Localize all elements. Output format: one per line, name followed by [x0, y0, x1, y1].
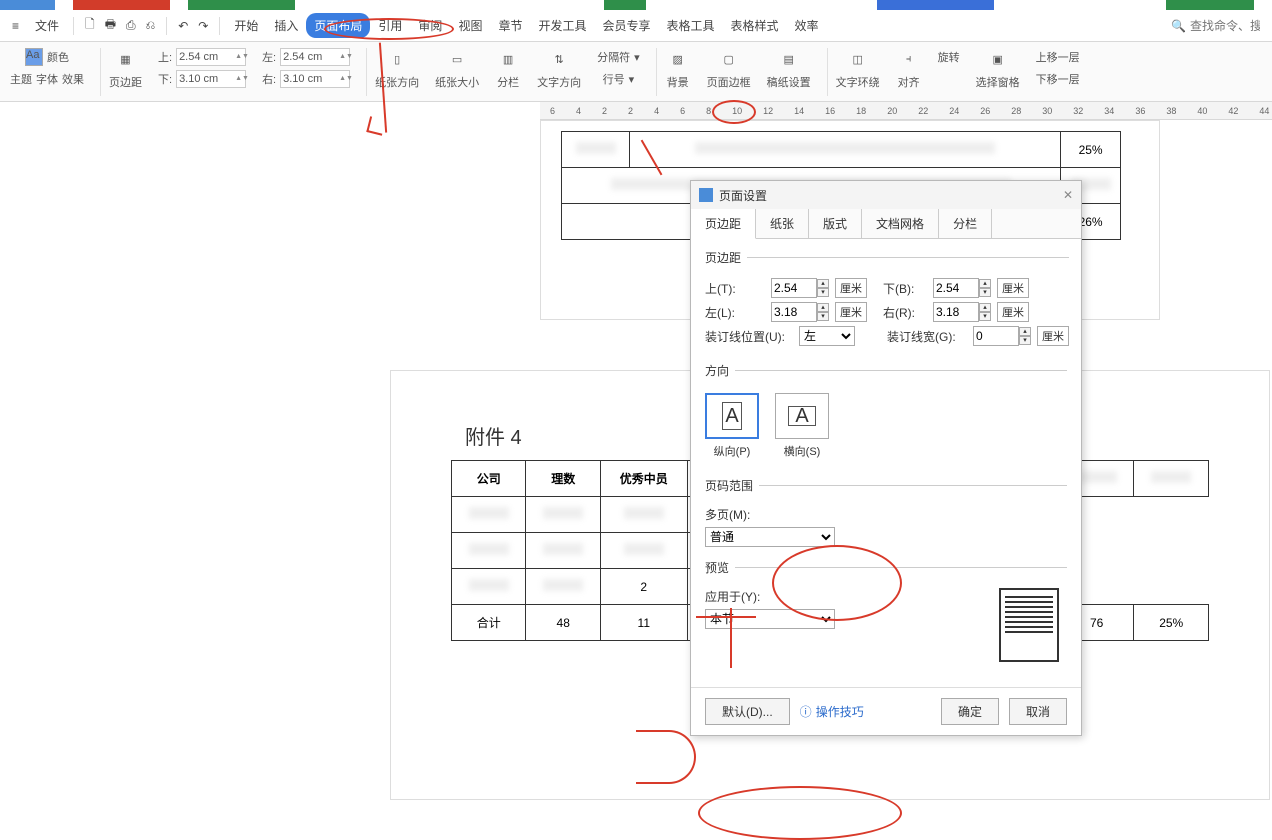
menu-file[interactable]: 文件	[27, 13, 67, 38]
size-icon[interactable]: ▭	[444, 46, 470, 72]
back-btn[interactable]: 下移一层	[1036, 71, 1080, 87]
wrap-icon[interactable]: ◫	[845, 46, 871, 72]
menu-tablestyle[interactable]: 表格样式	[723, 13, 787, 38]
table-header: 理数	[526, 461, 600, 497]
margin-right-input[interactable]: ▴▾	[933, 302, 991, 322]
align-icon[interactable]: ⫞	[896, 46, 922, 72]
breaks-btn[interactable]: 分隔符	[597, 49, 630, 65]
page-setup-dialog: 页面设置 ✕ 页边距 纸张 版式 文档网格 分栏 页边距 上(T): ▴▾ 厘米…	[690, 180, 1082, 736]
info-icon: ⓘ	[800, 703, 812, 720]
table-header	[1134, 461, 1209, 497]
tab-grid[interactable]: 文档网格	[862, 209, 939, 238]
menu-pagelayout[interactable]: 页面布局	[306, 13, 370, 38]
menu-start[interactable]: 开始	[226, 13, 266, 38]
table-header: 优秀中员	[600, 461, 687, 497]
rotate-btn[interactable]: 旋转	[938, 49, 960, 65]
search-input[interactable]	[1190, 19, 1260, 33]
ribbon-font[interactable]: 字体	[36, 71, 58, 87]
qat-print-icon[interactable]: 🖶	[105, 15, 116, 36]
ribbon-theme[interactable]: 主题	[10, 71, 32, 87]
margin-icon[interactable]: ▦	[113, 46, 139, 72]
ribbon-margin[interactable]: 页边距	[109, 74, 142, 90]
search-icon: 🔍	[1171, 19, 1186, 33]
tab-paper[interactable]: 纸张	[756, 209, 809, 238]
textdir-icon[interactable]: ⇅	[546, 46, 572, 72]
cancel-button[interactable]: 取消	[1009, 698, 1067, 725]
front-btn[interactable]: 上移一层	[1036, 49, 1080, 65]
tab-layout[interactable]: 版式	[809, 209, 862, 238]
multipage-select[interactable]: 普通	[705, 527, 835, 547]
horizontal-ruler[interactable]: 6422468101214161820222426283032343638404…	[540, 102, 1272, 120]
command-search[interactable]: 🔍	[1171, 19, 1260, 33]
ribbon: Aa颜色 主题 字体 效果 ▦页边距 上:2.54 cm▲▼ 下:3.10 cm…	[0, 42, 1272, 102]
margin-top-input[interactable]: ▴▾	[771, 278, 829, 298]
app-tabbar	[0, 0, 1272, 10]
margin-bottom-spin[interactable]: 3.10 cm▲▼	[176, 70, 246, 88]
border-icon[interactable]: ▢	[716, 46, 742, 72]
orientation-portrait[interactable]: A	[705, 393, 759, 439]
menu-reference[interactable]: 引用	[370, 13, 410, 38]
menu-tabletools[interactable]: 表格工具	[659, 13, 723, 38]
dialog-title: 页面设置	[719, 187, 767, 204]
dialog-icon	[699, 188, 713, 202]
margin-bottom-input[interactable]: ▴▾	[933, 278, 991, 298]
table-header: 公司	[452, 461, 526, 497]
menu-hamburger[interactable]: ≡	[4, 15, 27, 37]
margin-top-spin[interactable]: 2.54 cm▲▼	[176, 48, 246, 66]
ribbon-color[interactable]: 颜色	[47, 49, 69, 65]
tab-columns[interactable]: 分栏	[939, 209, 992, 238]
margin-left-spin[interactable]: 2.54 cm▲▼	[280, 48, 350, 66]
orient-icon[interactable]: ▯	[384, 46, 410, 72]
menu-view[interactable]: 视图	[450, 13, 490, 38]
gutter-pos-select[interactable]: 左	[799, 326, 855, 346]
qat-preview-icon[interactable]: ⎙	[126, 18, 136, 33]
qat-save-icon[interactable]: 🗋	[85, 15, 95, 36]
tips-link[interactable]: ⓘ操作技巧	[800, 703, 864, 720]
ribbon-effect[interactable]: 效果	[62, 71, 84, 87]
qat-fwd-icon[interactable]: ↷	[198, 19, 208, 33]
tab-margins[interactable]: 页边距	[691, 209, 756, 239]
qat-back-icon[interactable]: ↶	[178, 19, 188, 33]
lineno-btn[interactable]: 行号	[603, 71, 625, 87]
menu-devtools[interactable]: 开发工具	[530, 13, 594, 38]
selpane-icon[interactable]: ▣	[985, 46, 1011, 72]
bg-icon[interactable]: ▨	[665, 46, 691, 72]
qat-undo-icon[interactable]: ⎌	[146, 18, 156, 33]
gutter-width-input[interactable]: ▴▾	[973, 326, 1031, 346]
theme-icon[interactable]: Aa	[25, 48, 43, 66]
orientation-landscape[interactable]: A	[775, 393, 829, 439]
margin-right-spin[interactable]: 3.10 cm▲▼	[280, 70, 350, 88]
close-icon[interactable]: ✕	[1063, 188, 1073, 202]
margin-left-input[interactable]: ▴▾	[771, 302, 829, 322]
columns-icon[interactable]: ▥	[495, 46, 521, 72]
menu-efficiency[interactable]: 效率	[787, 13, 827, 38]
menu-review[interactable]: 审阅	[410, 13, 450, 38]
applyto-select[interactable]: 本节	[705, 609, 835, 629]
ok-button[interactable]: 确定	[941, 698, 999, 725]
page-preview	[999, 588, 1059, 662]
menu-insert[interactable]: 插入	[266, 13, 306, 38]
dialog-tabs: 页边距 纸张 版式 文档网格 分栏	[691, 209, 1081, 239]
menubar: ≡ 文件 🗋 🖶 ⎙ ⎌ ↶ ↷ 开始 插入 页面布局 引用 审阅 视图 章节 …	[0, 10, 1272, 42]
linesetup-icon[interactable]: ▤	[776, 46, 802, 72]
menu-section[interactable]: 章节	[490, 13, 530, 38]
menu-member[interactable]: 会员专享	[594, 13, 658, 38]
default-button[interactable]: 默认(D)...	[705, 698, 790, 725]
